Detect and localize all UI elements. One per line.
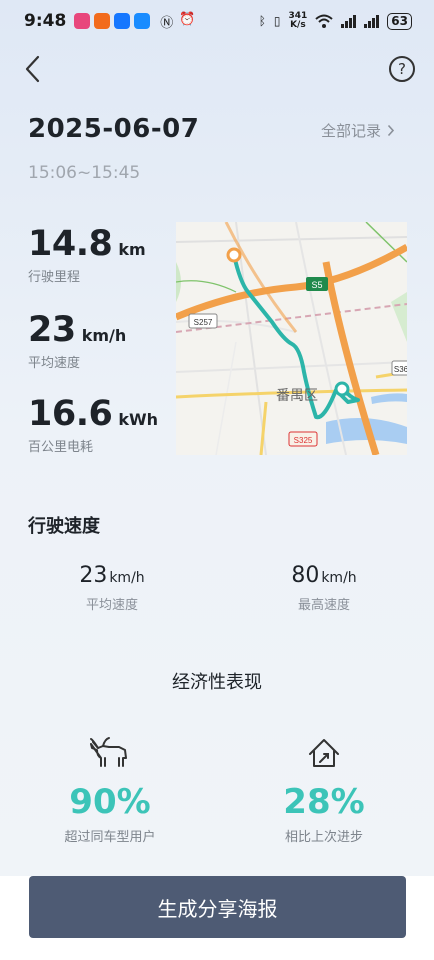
bluetooth-icon: ᛒ bbox=[258, 14, 266, 28]
road-shield-s36: S36 bbox=[391, 360, 407, 376]
economy-label: 相比上次进步 bbox=[284, 830, 363, 845]
signal-icon bbox=[341, 14, 357, 28]
trip-date: 2025-06-07 bbox=[28, 114, 200, 144]
home-app-notification-icon bbox=[94, 13, 111, 29]
stat-label: 平均速度 bbox=[28, 356, 81, 371]
metric-unit: km/h bbox=[321, 570, 357, 586]
stat-unit: km bbox=[118, 240, 146, 259]
metric-label: 最高速度 bbox=[297, 598, 350, 613]
battery-indicator: 63 bbox=[387, 12, 412, 30]
help-icon[interactable]: ? bbox=[389, 56, 415, 82]
economy-label: 超过同车型用户 bbox=[64, 830, 156, 845]
stat-energy-consumption: 16.6 kWh 百公里电耗 bbox=[28, 394, 158, 455]
signal-icon bbox=[364, 14, 380, 28]
network-speed: 341 K/s bbox=[288, 11, 308, 30]
route-map[interactable]: S5 S257 S36 S325 番禺区 bbox=[176, 222, 407, 455]
all-records-label: 全部记录 bbox=[321, 122, 382, 140]
generate-share-poster-button[interactable]: 生成分享海报 bbox=[29, 876, 406, 938]
app-notification-icon bbox=[134, 13, 151, 29]
stat-unit: km/h bbox=[81, 326, 127, 345]
trip-time-range: 15:06~15:45 bbox=[28, 163, 141, 183]
status-right: ᛒ ▯ 341 K/s 63 bbox=[259, 12, 412, 30]
home-up-icon bbox=[309, 739, 339, 767]
map-label: S257 bbox=[194, 318, 213, 327]
stat-label: 行驶里程 bbox=[28, 270, 81, 285]
stat-distance: 14.8 km 行驶里程 bbox=[28, 224, 146, 285]
map-label: S5 bbox=[311, 280, 322, 290]
economy-percentage: 90% bbox=[69, 782, 151, 822]
stat-value: 14.8 bbox=[28, 224, 113, 264]
stat-label: 百公里电耗 bbox=[28, 440, 94, 455]
vibrate-icon: ▯ bbox=[273, 14, 281, 28]
map-label: S36 bbox=[394, 365, 407, 374]
map-district-label: 番禺区 bbox=[276, 388, 318, 404]
road-shield-s325: S325 bbox=[288, 431, 318, 447]
status-indicators: Ⓝ ⏰ bbox=[160, 12, 195, 31]
stat-unit: kWh bbox=[118, 410, 159, 429]
chevron-right-icon bbox=[387, 124, 395, 137]
metric-value: 80 bbox=[291, 563, 320, 588]
status-time: 9:48 bbox=[24, 11, 67, 31]
section-title-economy: 经济性表现 bbox=[172, 672, 262, 693]
status-bar: 9:48 Ⓝ ⏰ ᛒ ▯ 341 K/s 63 bbox=[0, 0, 434, 42]
road-shield-s5: S5 bbox=[306, 277, 328, 291]
road-shield-s257: S257 bbox=[188, 313, 218, 329]
notification-app-icons bbox=[74, 13, 151, 29]
section-title-driving-speed: 行驶速度 bbox=[28, 516, 100, 537]
nfc-icon: Ⓝ bbox=[160, 15, 174, 31]
alarm-icon: ⏰ bbox=[179, 11, 196, 27]
back-arrow-icon[interactable] bbox=[22, 54, 44, 84]
stat-average-speed: 23 km/h 平均速度 bbox=[28, 310, 126, 371]
economy-beat-users: 90% 超过同车型用户 bbox=[10, 736, 210, 845]
metric-max-speed: 80 km/h 最高速度 bbox=[224, 563, 424, 613]
wifi-icon bbox=[315, 14, 333, 28]
economy-percentage: 28% bbox=[283, 782, 365, 822]
metric-label: 平均速度 bbox=[85, 598, 138, 613]
all-records-link[interactable]: 全部记录 bbox=[321, 120, 395, 141]
metric-unit: km/h bbox=[109, 570, 145, 586]
stat-value: 16.6 bbox=[28, 394, 113, 434]
metric-avg-speed: 23 km/h 平均速度 bbox=[12, 563, 212, 613]
ox-icon bbox=[90, 737, 127, 767]
app-notification-icon bbox=[74, 13, 91, 29]
map-label: S325 bbox=[294, 436, 313, 445]
stat-value: 23 bbox=[28, 310, 76, 350]
zhihu-notification-icon bbox=[114, 13, 131, 29]
economy-progress: 28% 相比上次进步 bbox=[224, 736, 424, 845]
metric-value: 23 bbox=[79, 563, 108, 588]
